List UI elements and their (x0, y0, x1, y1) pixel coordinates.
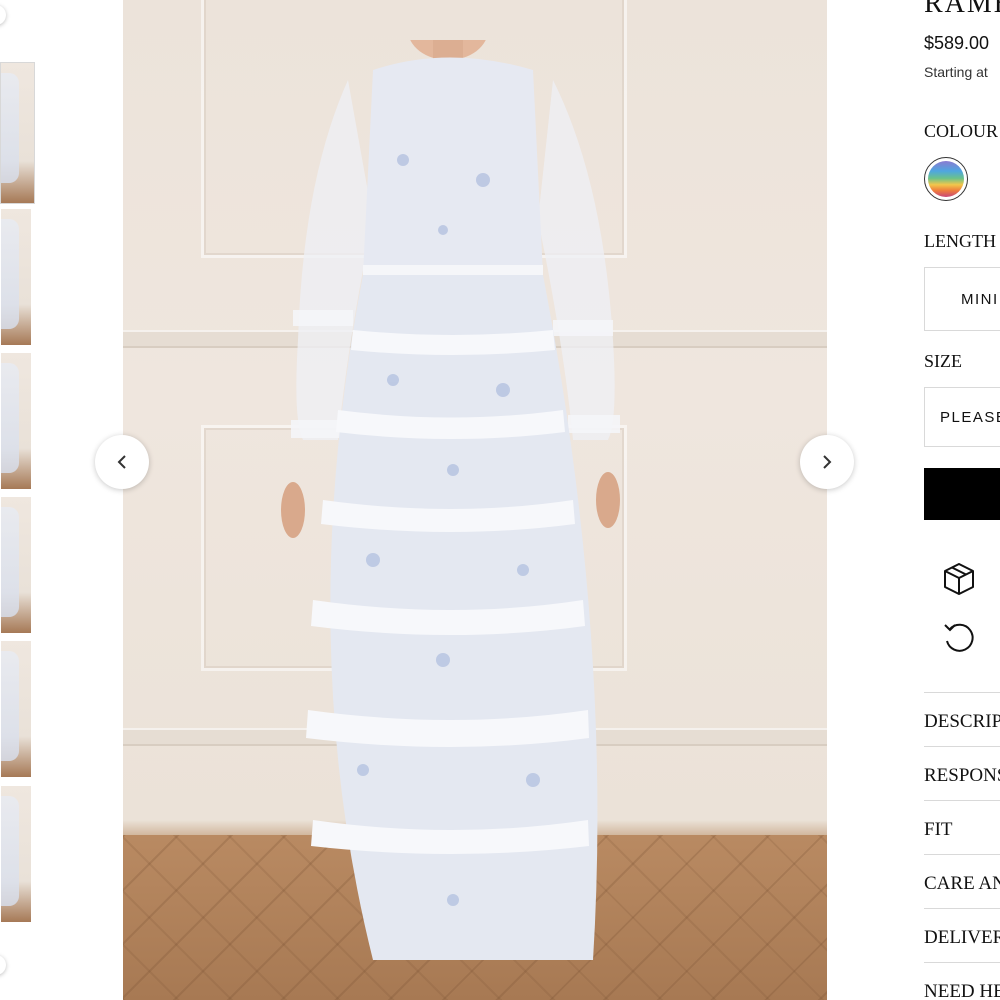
accordion-need-help[interactable]: NEED HE (924, 962, 1000, 1000)
thumbnail-2[interactable] (0, 208, 32, 346)
accordion-label: FIT (924, 819, 953, 840)
thumbnail-4[interactable] (0, 496, 32, 634)
gallery-prev-button[interactable] (95, 435, 149, 489)
accordion-label: RESPONS (924, 765, 1000, 786)
accordion-responsibility[interactable]: RESPONS (924, 746, 1000, 801)
model-in-dress (281, 40, 620, 960)
size-select[interactable]: PLEASE (924, 387, 1000, 447)
multicolour-swatch (928, 161, 964, 197)
thumbnail-scroll-up[interactable] (0, 5, 6, 25)
accordion-fit[interactable]: FIT (924, 800, 1000, 855)
accordion-care[interactable]: CARE AN (924, 854, 1000, 909)
accordion-delivery[interactable]: DELIVER (924, 908, 1000, 963)
thumbnail-scroll-down[interactable] (0, 955, 6, 975)
size-select-placeholder: PLEASE (940, 408, 1000, 426)
product-main-image (123, 0, 827, 1000)
product-title: RAMB (924, 0, 1000, 19)
returns-icon (944, 623, 974, 652)
installments-text: Starting at (924, 64, 988, 80)
accordion-label: NEED HE (924, 981, 1000, 1000)
add-to-bag-button[interactable] (924, 468, 1000, 520)
thumbnail-5[interactable] (0, 640, 32, 778)
thumbnail-6[interactable] (0, 785, 32, 923)
chevron-left-icon (117, 455, 126, 469)
thumbnail-3[interactable] (0, 352, 32, 490)
accordion-label: DESCRIP (924, 711, 1000, 732)
thumbnail-strip (0, 0, 40, 1000)
box-icon (944, 563, 974, 595)
gallery-next-button[interactable] (800, 435, 854, 489)
accordion-label: CARE AN (924, 873, 1000, 894)
accordion-description[interactable]: DESCRIP (924, 692, 1000, 747)
size-label: SIZE (924, 351, 962, 371)
length-option-label: MINI (961, 290, 999, 308)
product-price: $589.00 (924, 33, 990, 53)
chevron-right-icon (823, 455, 832, 469)
accordion-label: DELIVER (924, 927, 1000, 948)
length-option-mini[interactable]: MINI (924, 267, 1000, 331)
product-info-panel: RAMB $589.00 Starting at COLOUR LENGTH M… (924, 0, 1000, 1000)
colour-label: COLOUR (924, 121, 999, 141)
length-label: LENGTH (924, 231, 996, 251)
colour-swatch[interactable] (924, 157, 968, 201)
thumbnail-1[interactable] (0, 62, 35, 204)
